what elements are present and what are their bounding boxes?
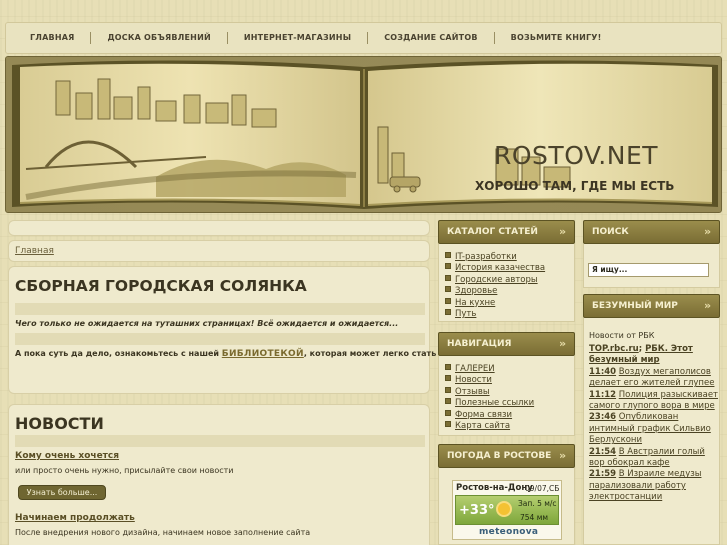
article: СБОРНАЯ ГОРОДСКАЯ СОЛЯНКА Чего только не…	[8, 266, 473, 394]
sun-icon	[496, 501, 512, 517]
navigation-list: ГАЛЕРЕИ Новости Отзывы Полезные ссылки Ф…	[445, 364, 534, 432]
page: ГЛАВНАЯ ДОСКА ОБЪЯВЛЕНИЙ ИНТЕРНЕТ-МАГАЗИ…	[0, 0, 727, 545]
navigation-item[interactable]: Новости	[445, 375, 534, 386]
catalog-item[interactable]: На кухне	[445, 298, 545, 309]
feed-links: TOP.rbc.ru; РБК. Этот безумный мир	[589, 344, 719, 367]
site-title: ROSTOV.NET	[494, 141, 659, 170]
double-arrow-icon: »	[704, 299, 712, 312]
article-text-before: А пока суть да дело, ознакомьтесь с наше…	[15, 349, 222, 358]
news-item-text: После внедрения нового дизайна, начинаем…	[15, 528, 311, 537]
nav-home[interactable]: ГЛАВНАЯ	[20, 32, 92, 44]
navigation-item[interactable]: Форма связи	[445, 410, 534, 421]
news-section: НОВОСТИ Кому очень хочется или просто оч…	[8, 404, 430, 545]
catalog-item[interactable]: История казачества	[445, 263, 545, 274]
top-nav: ГЛАВНАЯ ДОСКА ОБЪЯВЛЕНИЙ ИНТЕРНЕТ-МАГАЗИ…	[5, 22, 722, 54]
feed-item[interactable]: 21:59 В Израиле медузы парализовали рабо…	[589, 469, 719, 503]
weather-temp: +33°	[459, 503, 495, 518]
double-arrow-icon: »	[559, 449, 567, 462]
double-arrow-icon: »	[559, 225, 567, 238]
search-input[interactable]: Я ищу...	[588, 263, 709, 277]
navigation-item[interactable]: Полезные ссылки	[445, 398, 534, 409]
weather-heading: ПОГОДА В РОСТОВЕ	[447, 451, 552, 461]
navigation-item[interactable]: Отзывы	[445, 387, 534, 398]
weather-widget[interactable]: Ростов-на-Дону 09/07,СБ +33° Зап. 5 м/с …	[452, 480, 562, 540]
nav-board[interactable]: ДОСКА ОБЪЯВЛЕНИЙ	[91, 32, 228, 44]
weather-pressure: 754 мм	[520, 513, 549, 522]
divider	[15, 303, 425, 315]
catalog-item[interactable]: Путь	[445, 309, 545, 320]
navigation-item[interactable]: ГАЛЕРЕИ	[445, 364, 534, 375]
article-intro: Чего только не ожидается на туташних стр…	[15, 319, 399, 328]
catalog-list: IT-разработки История казачества Городск…	[445, 252, 545, 320]
weather-wind: Зап. 5 м/с	[518, 499, 557, 508]
crazy-world-header: БЕЗУМНЫЙ МИР »	[583, 294, 720, 318]
navigation-header: НАВИГАЦИЯ »	[438, 332, 575, 356]
read-more-button[interactable]: Узнать больше...	[18, 485, 106, 500]
weather-city: Ростов-на-Дону	[456, 483, 533, 493]
catalog-heading: КАТАЛОГ СТАТЕЙ	[447, 227, 538, 237]
catalog-header: КАТАЛОГ СТАТЕЙ »	[438, 220, 575, 244]
header-banner: ROSTOV.NET ХОРОШО ТАМ, ГДЕ МЫ ЕСТЬ	[5, 56, 722, 213]
feed-source: Новости от РБК	[589, 331, 655, 340]
feed-item[interactable]: 11:12 Полиция разыскивает самого глупого…	[589, 390, 719, 413]
news-item-text: или просто очень нужно, присылайте свои …	[15, 466, 234, 475]
breadcrumb-home[interactable]: Главная	[15, 246, 54, 256]
nav-sites[interactable]: СОЗДАНИЕ САЙТОВ	[368, 32, 495, 44]
breadcrumb: Главная	[8, 240, 430, 262]
catalog-item[interactable]: Здоровье	[445, 286, 545, 297]
feed-item[interactable]: 23:46 Опубликован интимный график Сильви…	[589, 412, 719, 446]
navigation-heading: НАВИГАЦИЯ	[447, 339, 512, 349]
navigation-body: ГАЛЕРЕИ Новости Отзывы Полезные ссылки Ф…	[438, 356, 575, 436]
catalog-body: IT-разработки История казачества Городск…	[438, 244, 575, 322]
top-bar	[8, 220, 430, 236]
catalog-item[interactable]: IT-разработки	[445, 252, 545, 263]
nav-books[interactable]: ВОЗЬМИТЕ КНИГУ!	[495, 32, 618, 44]
news-item-title[interactable]: Кому очень хочется	[15, 451, 119, 461]
nav-shops[interactable]: ИНТЕРНЕТ-МАГАЗИНЫ	[228, 32, 369, 44]
feed-item[interactable]: 11:40 Воздух мегаполисов делает его жите…	[589, 367, 719, 390]
crazy-world-heading: БЕЗУМНЫЙ МИР	[592, 301, 678, 311]
divider	[15, 435, 425, 447]
feed-list: TOP.rbc.ru; РБК. Этот безумный мир 11:40…	[589, 344, 719, 504]
divider	[15, 333, 425, 345]
weather-panel: +33° Зап. 5 м/с 754 мм	[455, 495, 559, 525]
weather-date: 09/07,СБ	[525, 484, 560, 493]
double-arrow-icon: »	[704, 225, 712, 238]
search-header: ПОИСК »	[583, 220, 720, 244]
feed-link-top[interactable]: TOP.rbc.ru	[589, 344, 639, 354]
catalog-item[interactable]: Городские авторы	[445, 275, 545, 286]
feed-item[interactable]: 21:54 В Австралии голый вор обокрал кафе	[589, 447, 719, 470]
library-link[interactable]: БИБЛИОТЕКОЙ	[222, 349, 304, 359]
page-title: СБОРНАЯ ГОРОДСКАЯ СОЛЯНКА	[15, 277, 307, 295]
news-item-title[interactable]: Начинаем продолжать	[15, 513, 135, 523]
search-heading: ПОИСК	[592, 227, 629, 237]
site-slogan: ХОРОШО ТАМ, ГДЕ МЫ ЕСТЬ	[475, 179, 675, 193]
navigation-item[interactable]: Карта сайта	[445, 421, 534, 432]
double-arrow-icon: »	[559, 337, 567, 350]
article-text: А пока суть да дело, ознакомьтесь с наше…	[15, 349, 473, 359]
news-heading: НОВОСТИ	[15, 414, 104, 433]
weather-header: ПОГОДА В РОСТОВЕ »	[438, 444, 575, 468]
meteonova-logo[interactable]: meteonova	[479, 527, 538, 537]
